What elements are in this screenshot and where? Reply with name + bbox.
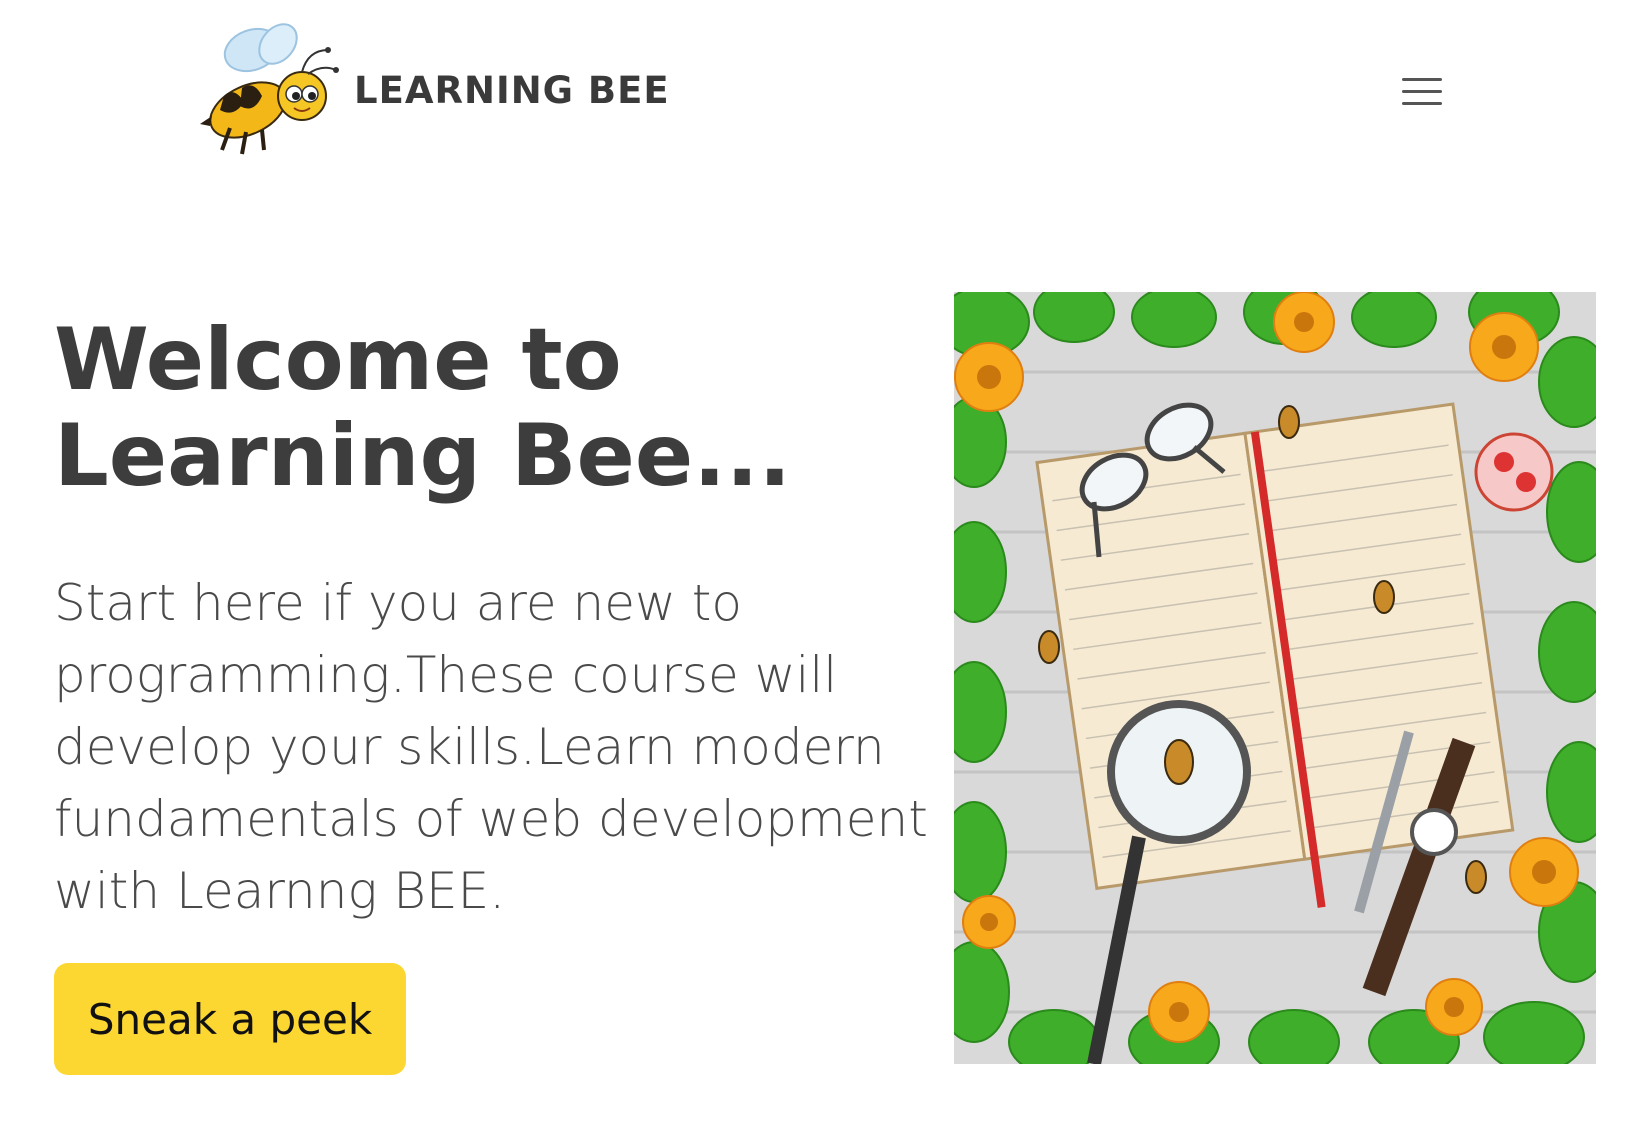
brand-link[interactable]: LEARNING BEE bbox=[190, 10, 670, 170]
navbar: LEARNING BEE bbox=[0, 0, 1641, 190]
hamburger-menu-icon[interactable] bbox=[1394, 68, 1454, 118]
notebook-desk-illustration bbox=[954, 292, 1596, 1064]
hero-title: Welcome to Learning Bee... bbox=[54, 310, 792, 506]
bee-logo-icon bbox=[200, 23, 339, 155]
sneak-a-peek-button[interactable]: Sneak a peek bbox=[54, 963, 406, 1075]
brand-name: LEARNING BEE bbox=[354, 68, 670, 112]
hero-description: Start here if you are new to programming… bbox=[54, 574, 928, 920]
